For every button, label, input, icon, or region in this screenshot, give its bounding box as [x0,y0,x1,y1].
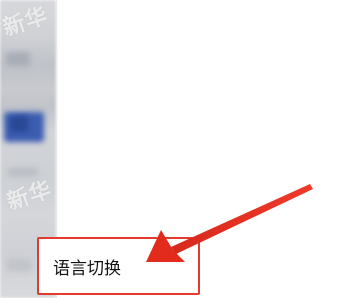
blurred-element [6,258,32,272]
language-switch-label: 语言切换 [53,258,121,279]
language-switch-menu-item[interactable]: 语言切换 [37,237,200,295]
blurred-app-icon-detail [10,116,28,132]
screenshot: 新华 新华 语言切换 [0,0,348,298]
blurred-element [6,52,30,66]
